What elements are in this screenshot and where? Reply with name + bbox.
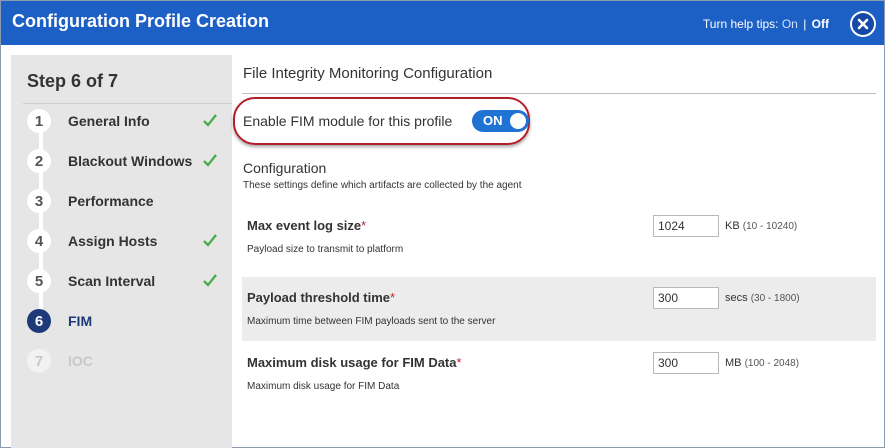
help-tips-label: Turn help tips: [702, 17, 779, 31]
configuration-description: These settings define which artifacts ar… [243, 180, 522, 191]
setting-name: Payload threshold time* [247, 290, 396, 305]
step-assign-hosts[interactable]: 4 Assign Hosts [27, 229, 232, 253]
step-label: Performance [68, 193, 154, 209]
step-fim[interactable]: 6 FIM [27, 309, 232, 333]
toggle-state-text: ON [483, 113, 503, 128]
section-title: File Integrity Monitoring Configuration [243, 65, 493, 82]
setting-range: (100 - 2048) [744, 358, 800, 369]
step-number: 4 [27, 229, 51, 253]
step-number: 2 [27, 149, 51, 173]
step-blackout-windows[interactable]: 2 Blackout Windows [27, 149, 232, 173]
setting-description: Maximum time between FIM payloads sent t… [247, 316, 496, 327]
step-scan-interval[interactable]: 5 Scan Interval [27, 269, 232, 293]
step-label: Assign Hosts [68, 233, 158, 249]
setting-unit: MB (100 - 2048) [725, 357, 800, 369]
max-event-log-size-input[interactable] [653, 215, 719, 237]
setting-payload-threshold-time: Payload threshold time* Maximum time bet… [242, 277, 876, 341]
checkmark-icon [203, 234, 217, 247]
required-marker: * [456, 355, 462, 370]
step-label: FIM [68, 313, 93, 329]
setting-unit: secs (30 - 1800) [725, 292, 800, 304]
section-divider [242, 93, 876, 94]
step-number: 5 [27, 269, 51, 293]
dialog-header: Configuration Profile Creation Turn help… [1, 1, 884, 45]
setting-range: (10 - 10240) [742, 221, 798, 232]
setting-max-event-log-size: Max event log size* Payload size to tran… [242, 205, 876, 269]
setting-unit: KB (10 - 10240) [725, 220, 798, 232]
step-number: 6 [27, 309, 51, 333]
step-label: General Info [68, 113, 150, 129]
step-performance[interactable]: 3 Performance [27, 189, 232, 213]
sidebar-divider [23, 103, 232, 104]
close-button[interactable] [850, 11, 876, 37]
help-tips-off-link[interactable]: Off [812, 17, 829, 31]
setting-range: (30 - 1800) [750, 293, 800, 304]
config-profile-dialog: Configuration Profile Creation Turn help… [0, 0, 885, 448]
step-number: 7 [27, 349, 51, 373]
setting-name: Maximum disk usage for FIM Data* [247, 355, 462, 370]
step-ioc: 7 IOC [27, 349, 232, 373]
step-label: Scan Interval [68, 273, 156, 289]
step-label: IOC [68, 353, 93, 369]
step-number: 3 [27, 189, 51, 213]
checkmark-icon [203, 114, 217, 127]
setting-max-disk-usage: Maximum disk usage for FIM Data* Maximum… [242, 342, 876, 406]
fim-toggle-label: Enable FIM module for this profile [243, 113, 453, 129]
fim-enable-toggle[interactable]: ON [472, 110, 529, 132]
checkmark-icon [203, 154, 217, 167]
max-disk-usage-input[interactable] [653, 352, 719, 374]
step-label: Blackout Windows [68, 153, 193, 169]
close-icon [852, 13, 874, 35]
setting-description: Payload size to transmit to platform [247, 244, 404, 255]
wizard-sidebar: Step 6 of 7 1 General Info 2 Blackout Wi… [11, 55, 232, 448]
payload-threshold-time-input[interactable] [653, 287, 719, 309]
configuration-heading: Configuration [243, 160, 327, 176]
help-tips-on-link[interactable]: On [782, 17, 798, 31]
toggle-knob [510, 113, 526, 129]
step-number: 1 [27, 109, 51, 133]
checkmark-icon [203, 274, 217, 287]
help-tips-separator: | [803, 17, 807, 31]
step-general-info[interactable]: 1 General Info [27, 109, 232, 133]
required-marker: * [361, 218, 367, 233]
setting-description: Maximum disk usage for FIM Data [247, 381, 400, 392]
required-marker: * [390, 290, 396, 305]
step-progress-heading: Step 6 of 7 [27, 71, 119, 91]
main-content: File Integrity Monitoring Configuration … [233, 55, 876, 448]
help-tips-toggle: Turn help tips: On | Off [703, 17, 829, 31]
setting-name: Max event log size* [247, 218, 367, 233]
dialog-title: Configuration Profile Creation [12, 11, 270, 31]
